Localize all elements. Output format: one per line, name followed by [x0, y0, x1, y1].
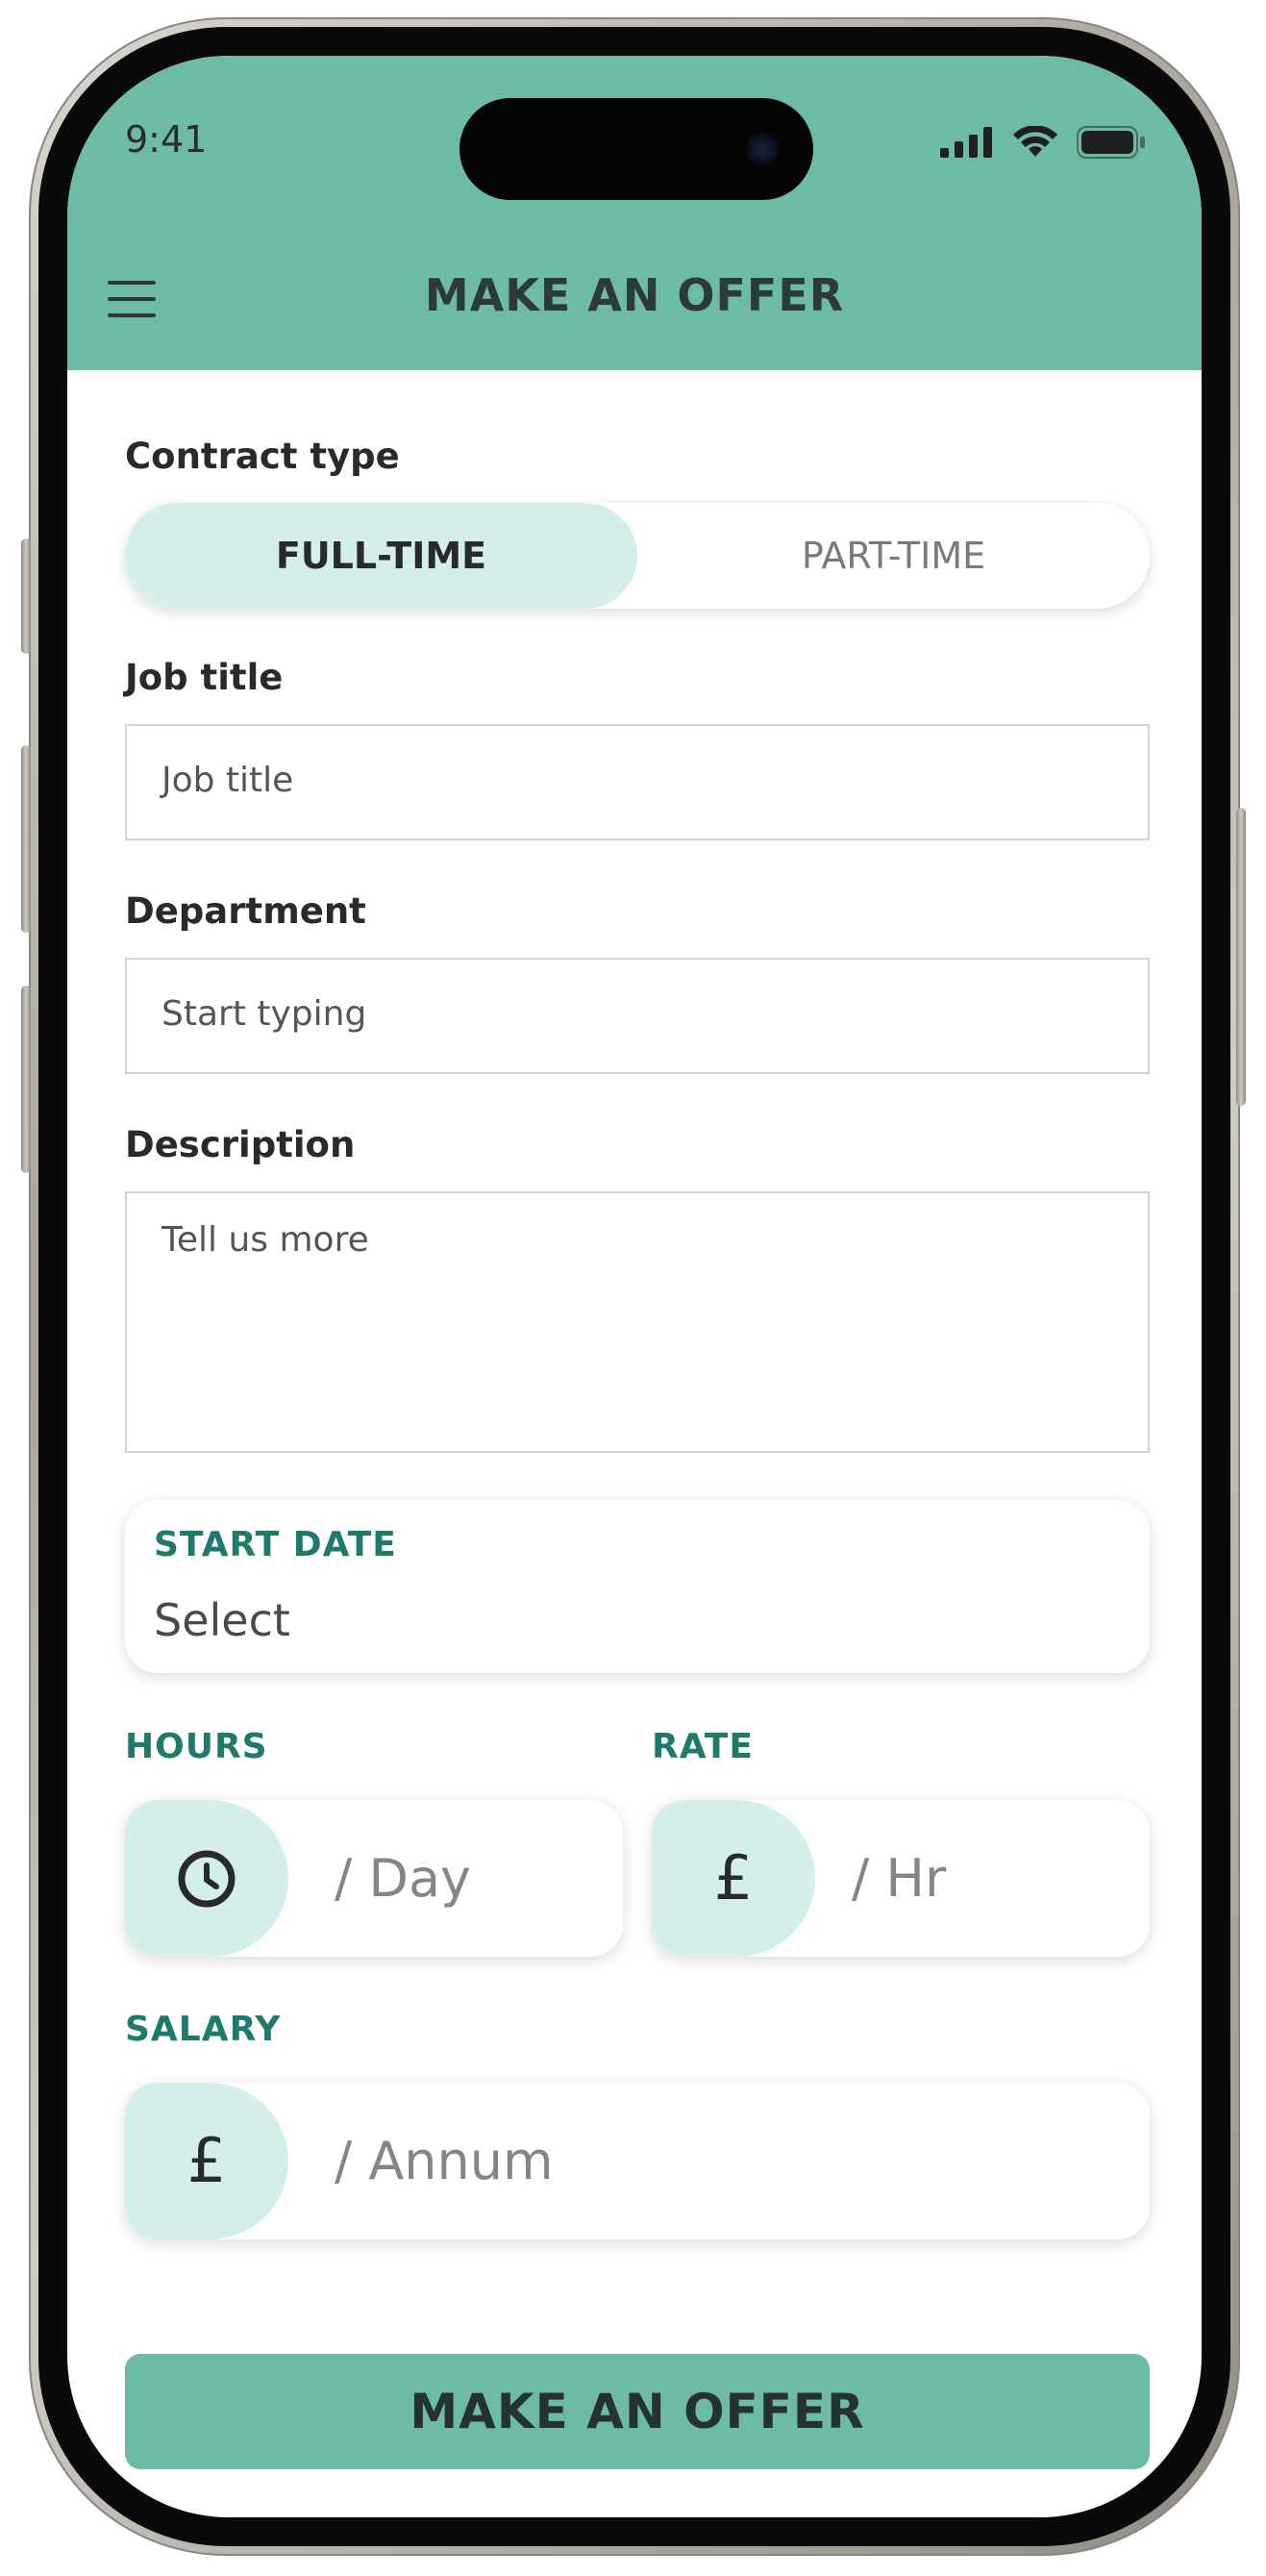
- start-date-value: Select: [154, 1594, 290, 1646]
- wifi-icon: [1013, 126, 1057, 157]
- rate-label: RATE: [652, 1727, 754, 1766]
- job-title-label: Job title: [125, 657, 284, 698]
- clock-icon: [178, 1850, 236, 1907]
- pound-icon: £: [186, 2125, 227, 2197]
- status-time: 9:41: [125, 118, 208, 161]
- rate-input[interactable]: £ / Hr: [652, 1800, 1150, 1957]
- hours-label: HOURS: [125, 1727, 268, 1766]
- status-icons: [940, 125, 1146, 160]
- action-button: [21, 538, 31, 654]
- department-field[interactable]: Start typing: [125, 958, 1150, 1074]
- contract-type-toggle: FULL-TIME PART-TIME: [125, 503, 1150, 609]
- description-field[interactable]: Tell us more: [125, 1191, 1150, 1453]
- front-camera-icon: [746, 133, 779, 165]
- start-date-label: START DATE: [154, 1525, 397, 1564]
- power-button: [1236, 808, 1246, 1106]
- screen: 9:41 MAKE AN OFFER Contract type FULL-TI…: [67, 56, 1202, 2517]
- salary-icon-pill: £: [125, 2083, 288, 2239]
- make-offer-button[interactable]: MAKE AN OFFER: [125, 2354, 1150, 2469]
- rate-icon-pill: £: [652, 1800, 815, 1957]
- full-time-option[interactable]: FULL-TIME: [125, 503, 637, 609]
- rate-placeholder: / Hr: [852, 1848, 947, 1909]
- cellular-signal-icon: [940, 127, 992, 158]
- salary-placeholder: / Annum: [335, 2131, 554, 2191]
- volume-down-button: [21, 986, 31, 1173]
- page-title: MAKE AN OFFER: [424, 269, 845, 321]
- hours-icon-pill: [125, 1800, 288, 1957]
- volume-up-button: [21, 745, 31, 933]
- app-header: 9:41 MAKE AN OFFER: [67, 56, 1202, 370]
- salary-input[interactable]: £ / Annum: [125, 2083, 1150, 2239]
- part-time-option[interactable]: PART-TIME: [637, 503, 1150, 609]
- job-title-field[interactable]: Job title: [125, 724, 1150, 840]
- department-placeholder: Start typing: [161, 994, 367, 1034]
- start-date-picker[interactable]: START DATE Select: [125, 1500, 1150, 1673]
- dynamic-island: [459, 98, 813, 200]
- salary-label: SALARY: [125, 2010, 282, 2049]
- description-placeholder: Tell us more: [161, 1220, 369, 1260]
- contract-type-label: Contract type: [125, 436, 400, 477]
- job-title-placeholder: Job title: [161, 761, 294, 800]
- hours-input[interactable]: / Day: [125, 1800, 623, 1957]
- department-label: Department: [125, 890, 366, 932]
- description-label: Description: [125, 1124, 356, 1165]
- battery-icon: [1077, 126, 1145, 159]
- hours-placeholder: / Day: [335, 1848, 471, 1909]
- pound-icon: £: [713, 1842, 754, 1914]
